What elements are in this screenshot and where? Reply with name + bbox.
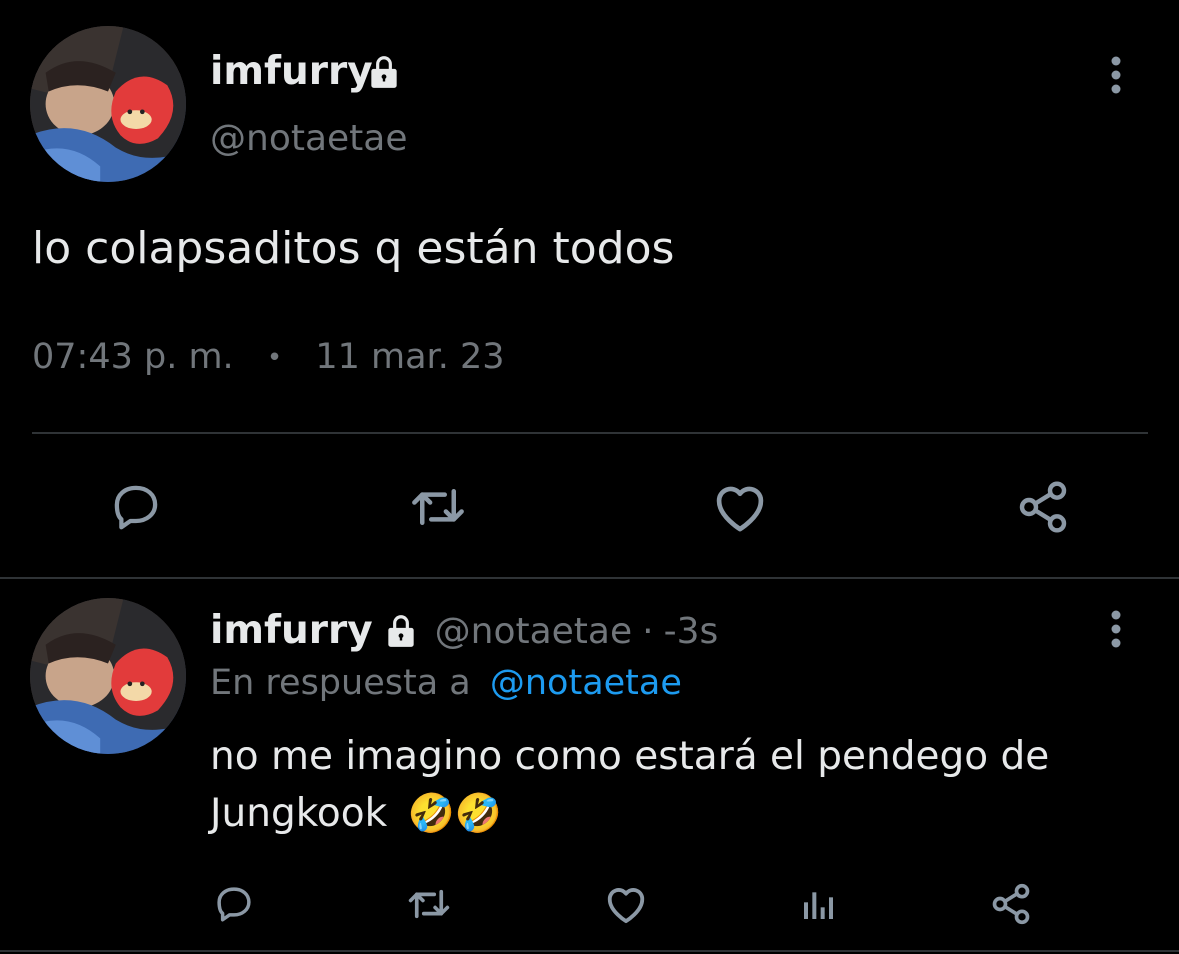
more-vertical-icon[interactable] [1096, 52, 1136, 98]
reply-avatar[interactable] [30, 598, 186, 754]
timestamp-separator: • [266, 343, 283, 373]
retweet-icon[interactable] [402, 475, 474, 539]
reply-handle[interactable]: @notaetae [435, 611, 633, 652]
analytics-icon[interactable] [795, 878, 843, 930]
reply-to-link[interactable]: @notaetae [490, 663, 682, 703]
share-icon[interactable] [1007, 475, 1079, 539]
meta-separator: · [642, 610, 654, 652]
heart-icon[interactable] [600, 878, 652, 930]
lock-icon [362, 52, 406, 92]
share-icon[interactable] [985, 878, 1037, 930]
more-vertical-icon[interactable] [1096, 606, 1136, 652]
tweet-timestamp: 07:43 p. m. • 11 mar. 23 [32, 334, 504, 381]
laughing-emoji: 🤣🤣 [407, 791, 503, 835]
tweet-time: 07:43 p. m. [32, 337, 234, 377]
retweet-icon[interactable] [403, 878, 455, 930]
reply-text-line2: Jungkook 🤣🤣 [210, 785, 1049, 842]
reply-context: En respuesta a @notaetae [210, 660, 682, 706]
reply-text-line1: no me imagino como estará el pendego de [210, 734, 1050, 779]
heart-icon[interactable] [704, 475, 776, 539]
reply-header: imfurry @notaetae · -3s [210, 606, 718, 656]
reply-prefix: En respuesta a [210, 663, 471, 703]
divider [32, 432, 1148, 434]
section-divider [0, 577, 1179, 579]
reply-text-line2-text: Jungkook [210, 791, 388, 836]
lock-icon [381, 612, 421, 650]
reply-age: -3s [663, 610, 719, 652]
avatar-image [30, 598, 186, 754]
handle[interactable]: @notaetae [210, 116, 408, 162]
avatar[interactable] [30, 26, 186, 182]
tweet-text: lo colapsaditos q están todos [32, 223, 675, 274]
reply-icon[interactable] [210, 878, 258, 930]
reply-text: no me imagino como estará el pendego de … [210, 728, 1049, 842]
reply-display-name[interactable]: imfurry [210, 607, 373, 655]
tweet-date[interactable]: 11 mar. 23 [315, 337, 504, 377]
reply-icon[interactable] [100, 475, 172, 539]
display-name[interactable]: imfurry [210, 48, 373, 96]
bottom-divider [0, 950, 1179, 952]
avatar-image [30, 26, 186, 182]
